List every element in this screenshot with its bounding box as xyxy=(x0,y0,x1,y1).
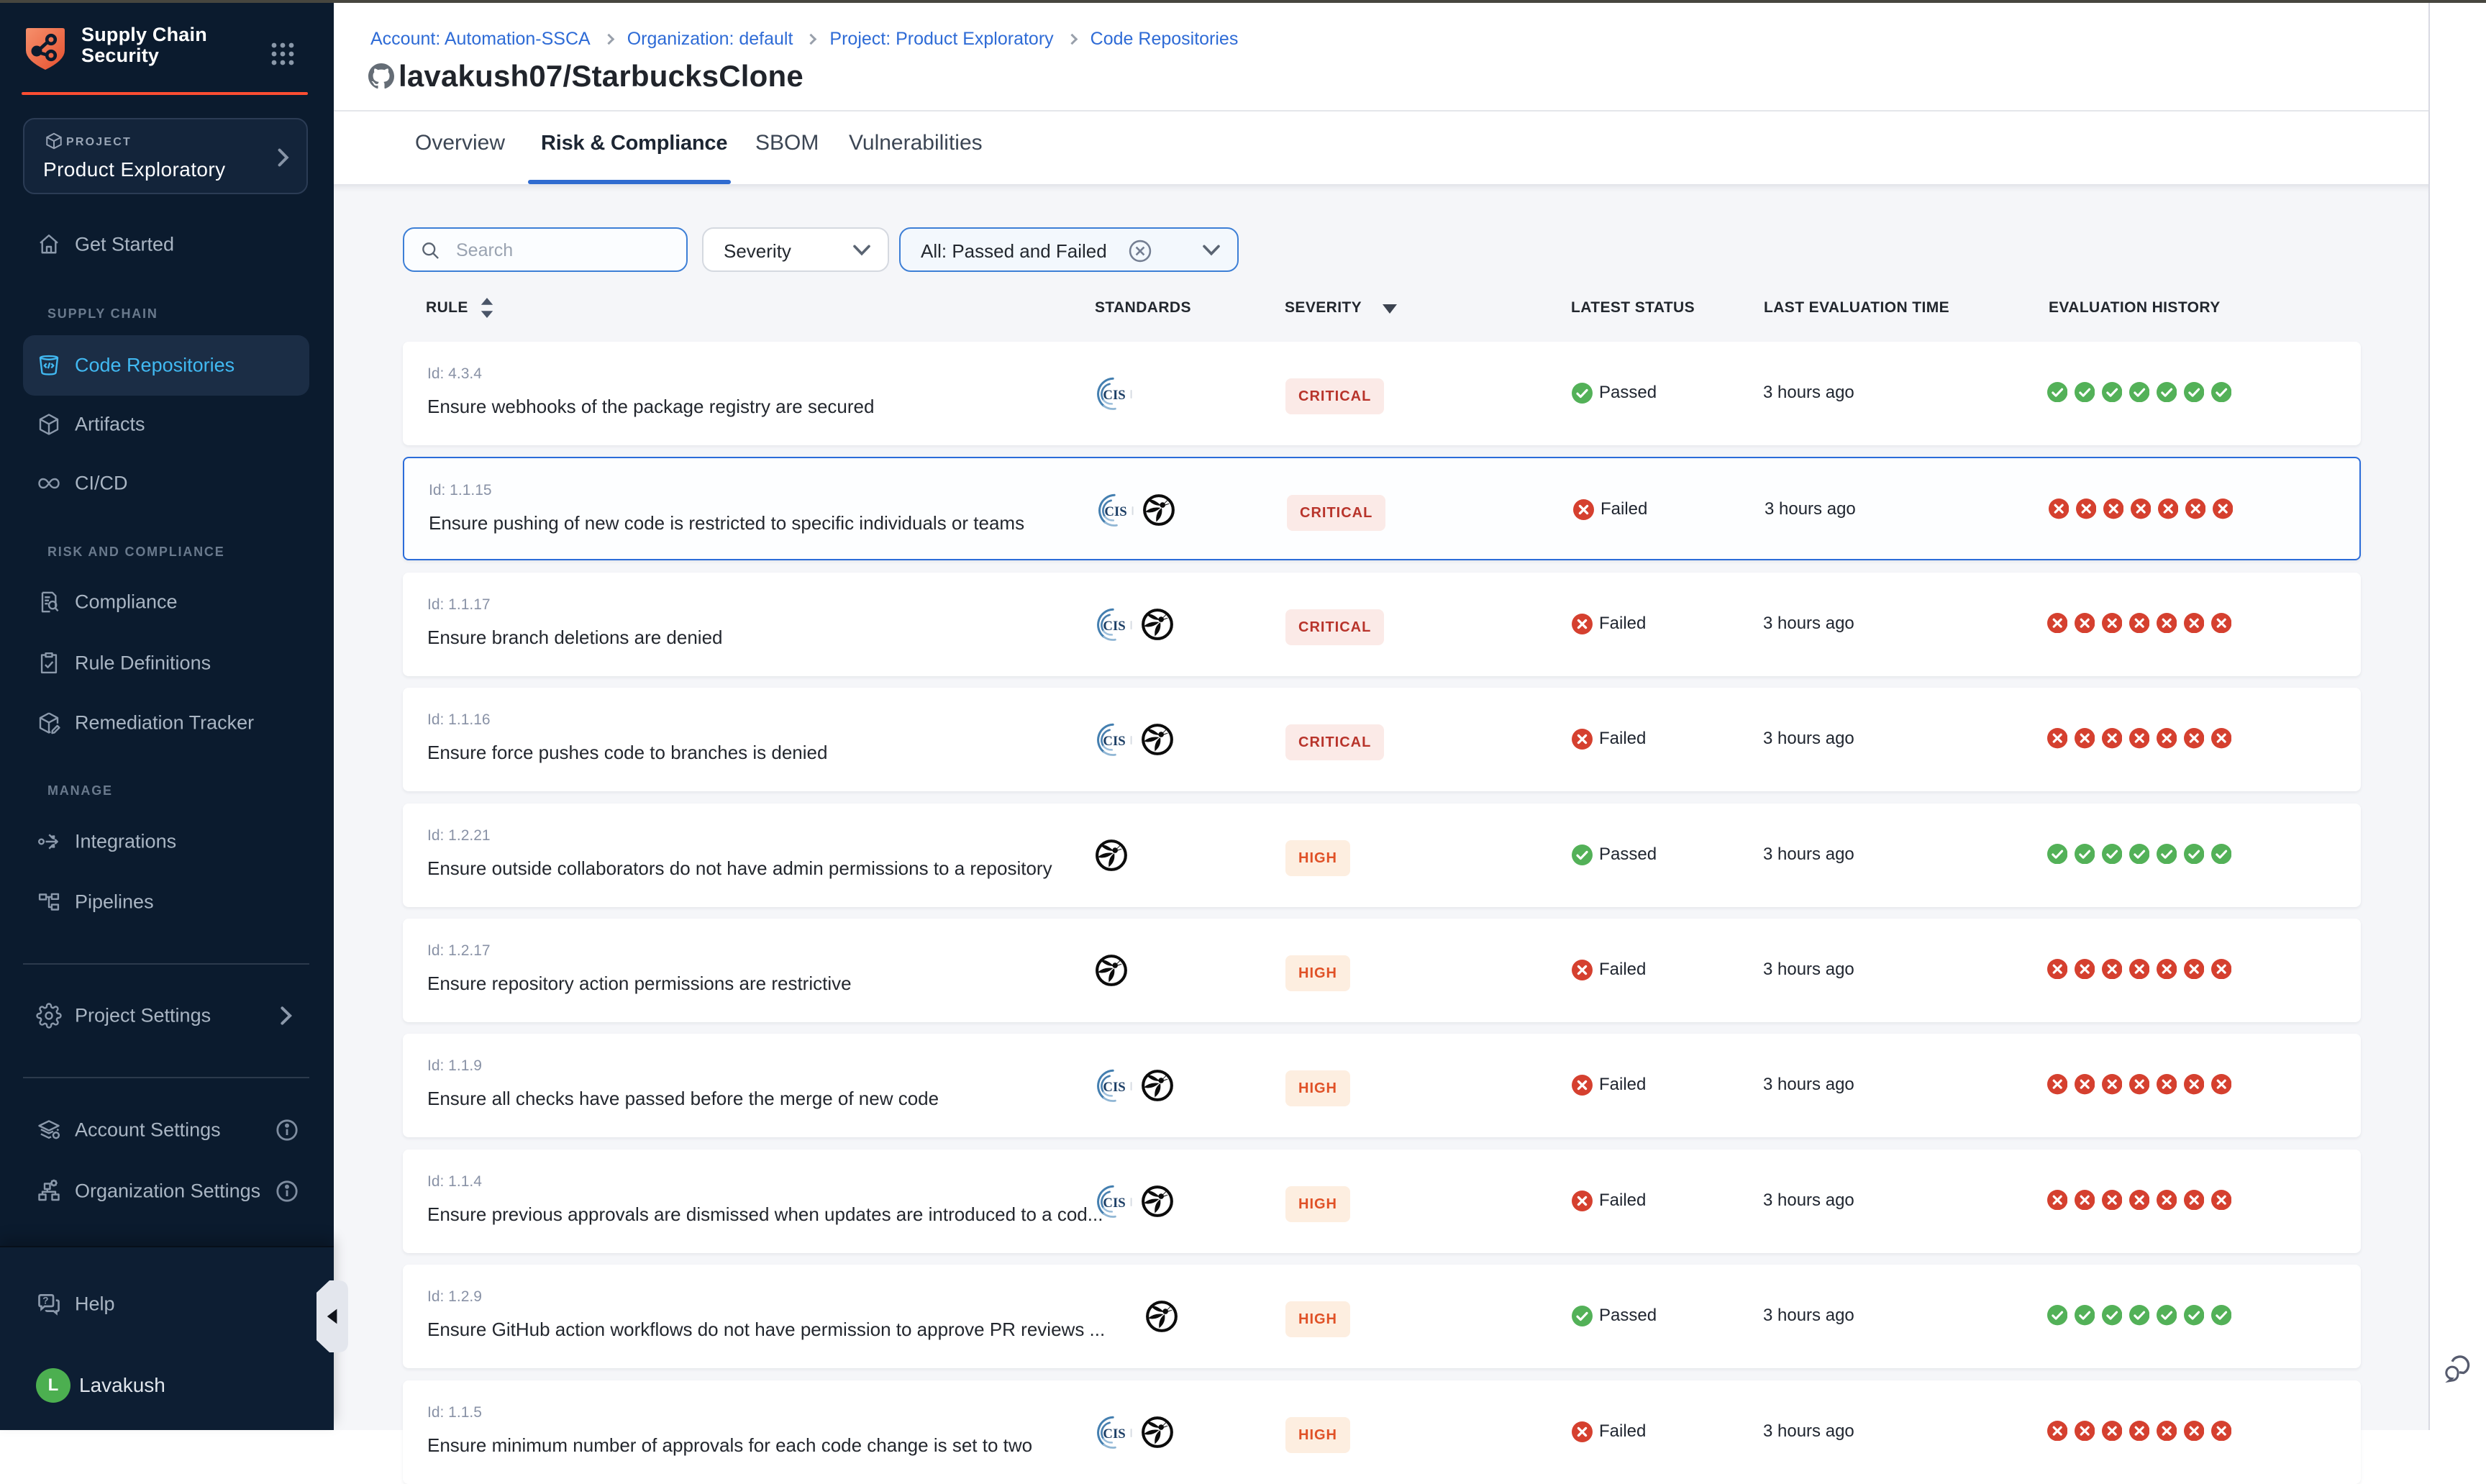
svg-text:CIS: CIS xyxy=(1103,1196,1125,1211)
svg-text:CIS: CIS xyxy=(1103,619,1125,634)
svg-text:CIS: CIS xyxy=(1103,734,1125,749)
svg-text:CIS: CIS xyxy=(1103,1426,1125,1441)
svg-text:?: ? xyxy=(42,1295,48,1306)
svg-text:CIS: CIS xyxy=(1103,1080,1125,1095)
svg-text:CIS: CIS xyxy=(1103,388,1125,403)
svg-text:CIS: CIS xyxy=(1104,504,1126,519)
